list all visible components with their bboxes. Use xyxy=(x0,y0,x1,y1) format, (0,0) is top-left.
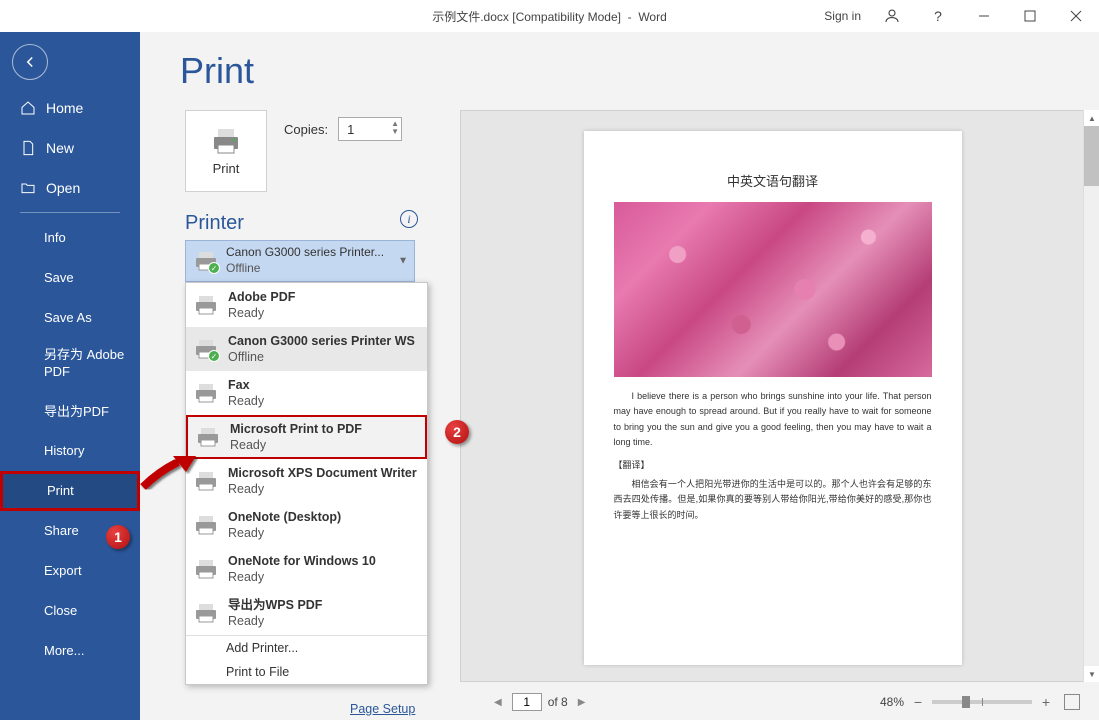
nav-export-pdf[interactable]: 导出为PDF xyxy=(0,391,140,431)
preview-paragraph-cn: 相信会有一个人把阳光带进你的生活中是可以的。那个人也许会有足够的东西去四处传播。… xyxy=(614,477,932,523)
printer-dropdown[interactable]: ✓ Canon G3000 series Printer... Offline … xyxy=(185,240,415,282)
printer-option-wps-pdf[interactable]: 导出为WPS PDFReady xyxy=(186,591,427,635)
annotation-badge-1: 1 xyxy=(106,525,130,549)
printer-device-icon xyxy=(194,514,218,536)
printer-option-onenote-desktop[interactable]: OneNote (Desktop)Ready xyxy=(186,503,427,547)
printer-icon xyxy=(210,127,242,155)
printer-option-fax[interactable]: FaxReady xyxy=(186,371,427,415)
printer-device-icon: ✓ xyxy=(194,250,218,272)
titlebar: 示例文件.docx [Compatibility Mode] - Word Si… xyxy=(0,0,1099,32)
print-button[interactable]: Print xyxy=(185,110,267,192)
folder-open-icon xyxy=(20,180,36,196)
print-to-file-link[interactable]: Print to File xyxy=(186,660,427,684)
printer-option-xps[interactable]: Microsoft XPS Document WriterReady xyxy=(186,459,427,503)
chevron-down-icon: ▼ xyxy=(398,256,408,267)
account-icon[interactable] xyxy=(869,0,915,32)
preview-paragraph-en: I believe there is a person who brings s… xyxy=(614,389,932,450)
nav-info[interactable]: Info xyxy=(0,217,140,257)
zoom-percent: 48% xyxy=(880,695,904,709)
copies-label: Copies: xyxy=(284,122,328,137)
zoom-in-button[interactable]: + xyxy=(1038,694,1054,710)
backstage-sidebar: Home New Open Info Save Save As 另存为 Adob… xyxy=(0,32,140,720)
new-doc-icon xyxy=(20,140,36,156)
nav-open[interactable]: Open xyxy=(0,168,140,208)
zoom-slider[interactable] xyxy=(932,700,1032,704)
copies-spinner[interactable]: ▲▼ xyxy=(391,120,399,136)
printer-dropdown-list: Adobe PDFReady ✓ Canon G3000 series Prin… xyxy=(185,282,428,685)
nav-save-as[interactable]: Save As xyxy=(0,297,140,337)
printer-device-icon xyxy=(194,382,218,404)
annotation-arrow xyxy=(138,452,198,492)
prev-page-button[interactable]: ◀ xyxy=(490,697,506,708)
close-button[interactable] xyxy=(1053,0,1099,32)
nav-save[interactable]: Save xyxy=(0,257,140,297)
preview-scrollbar[interactable]: ▲ ▼ xyxy=(1083,110,1099,682)
annotation-badge-2: 2 xyxy=(445,420,469,444)
fit-to-window-button[interactable] xyxy=(1064,694,1080,710)
printer-device-icon xyxy=(196,426,220,448)
printer-option-canon[interactable]: ✓ Canon G3000 series Printer WSOffline xyxy=(186,327,427,371)
page-title: Print xyxy=(180,50,460,92)
printer-device-icon: ✓ xyxy=(194,338,218,360)
preview-doc-title: 中英文语句翻译 xyxy=(614,171,932,190)
printer-info-icon[interactable]: i xyxy=(400,210,418,228)
preview-image-flowers xyxy=(614,202,932,377)
next-page-button[interactable]: ▶ xyxy=(574,697,590,708)
preview-page: 中英文语句翻译 I believe there is a person who … xyxy=(584,131,962,665)
status-check-icon: ✓ xyxy=(208,262,220,274)
selected-printer-name: Canon G3000 series Printer... xyxy=(226,245,384,261)
scroll-down-button[interactable]: ▼ xyxy=(1084,666,1099,682)
minimize-button[interactable] xyxy=(961,0,1007,32)
scroll-thumb[interactable] xyxy=(1084,126,1099,186)
print-button-label: Print xyxy=(213,161,240,176)
copies-input[interactable]: 1 ▲▼ xyxy=(338,117,402,141)
maximize-button[interactable] xyxy=(1007,0,1053,32)
printer-option-adobe-pdf[interactable]: Adobe PDFReady xyxy=(186,283,427,327)
window-title: 示例文件.docx [Compatibility Mode] - Word xyxy=(432,8,667,25)
scroll-up-button[interactable]: ▲ xyxy=(1084,110,1099,126)
preview-status-bar: ◀ of 8 ▶ 48% − + xyxy=(460,690,1080,714)
zoom-out-button[interactable]: − xyxy=(910,694,926,710)
nav-export[interactable]: Export xyxy=(0,551,140,591)
nav-more[interactable]: More... xyxy=(0,631,140,671)
print-main: Print Print Copies: 1 ▲▼ Printer i ✓ Can… xyxy=(140,32,1099,720)
back-button[interactable] xyxy=(12,44,48,80)
page-total-label: of 8 xyxy=(548,695,568,709)
page-setup-link[interactable]: Page Setup xyxy=(350,702,415,716)
nav-home[interactable]: Home xyxy=(0,88,140,128)
preview-translation-label: 【翻译】 xyxy=(614,458,932,471)
home-icon xyxy=(20,100,36,116)
nav-print[interactable]: Print xyxy=(0,471,140,511)
sign-in-link[interactable]: Sign in xyxy=(824,9,861,23)
printer-option-ms-print-to-pdf[interactable]: Microsoft Print to PDFReady xyxy=(186,415,427,459)
printer-section-header: Printer xyxy=(185,212,244,235)
nav-history[interactable]: History xyxy=(0,431,140,471)
printer-device-icon xyxy=(194,294,218,316)
nav-new[interactable]: New xyxy=(0,128,140,168)
print-preview-pane: 中英文语句翻译 I believe there is a person who … xyxy=(460,110,1085,682)
current-page-input[interactable] xyxy=(512,693,542,711)
selected-printer-status: Offline xyxy=(226,261,384,277)
help-icon[interactable]: ? xyxy=(915,0,961,32)
nav-close[interactable]: Close xyxy=(0,591,140,631)
printer-option-onenote-win10[interactable]: OneNote for Windows 10Ready xyxy=(186,547,427,591)
nav-save-adobe-pdf[interactable]: 另存为 Adobe PDF xyxy=(0,337,140,391)
add-printer-link[interactable]: Add Printer... xyxy=(186,636,427,660)
printer-device-icon xyxy=(194,602,218,624)
printer-device-icon xyxy=(194,558,218,580)
